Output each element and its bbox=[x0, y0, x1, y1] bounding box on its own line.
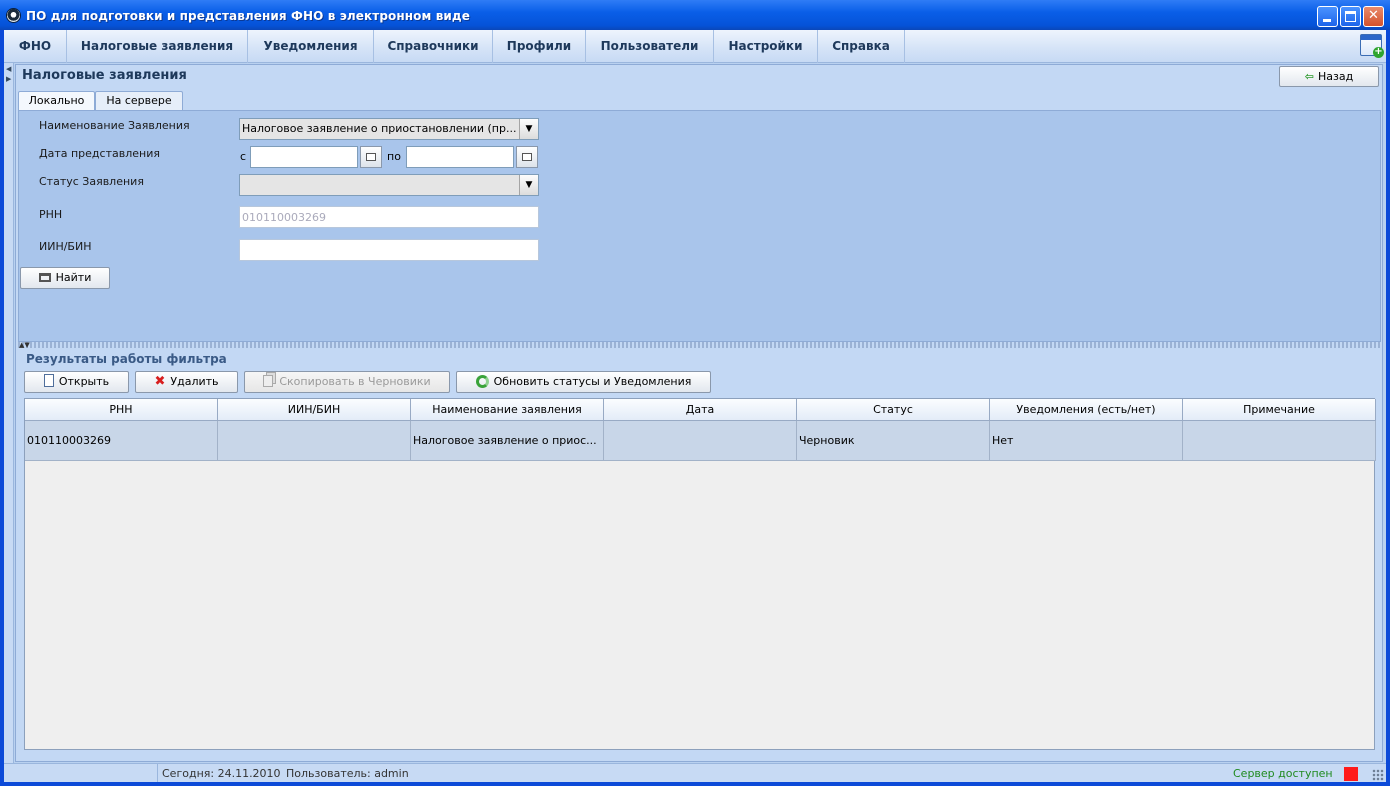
maximize-icon bbox=[1345, 11, 1356, 22]
status-bar: Сегодня: 24.11.2010 Пользователь: admin … bbox=[4, 763, 1386, 782]
calendar-icon bbox=[366, 153, 376, 161]
menu-notifications[interactable]: Уведомления bbox=[248, 30, 374, 63]
minimize-button[interactable] bbox=[1317, 6, 1338, 27]
menu-references[interactable]: Справочники bbox=[374, 30, 493, 63]
copy-label: Скопировать в Черновики bbox=[279, 375, 431, 388]
table-row[interactable]: 010110003269 Налоговое заявление о приос… bbox=[25, 421, 1376, 461]
delete-button[interactable]: ✖ Удалить bbox=[135, 371, 238, 393]
back-button[interactable]: ⇦ Назад bbox=[1279, 66, 1379, 87]
column-header-statement-name[interactable]: Наименование заявления bbox=[411, 399, 604, 421]
app-window: ПО для подготовки и представления ФНО в … bbox=[0, 0, 1390, 786]
find-button[interactable]: Найти bbox=[20, 267, 110, 289]
arrow-left-icon: ⇦ bbox=[1304, 70, 1314, 83]
splitter-arrows-icon[interactable]: ▲▼ bbox=[19, 341, 30, 349]
server-status: Сервер доступен bbox=[1233, 767, 1333, 780]
side-collapse-strip[interactable]: ◀ ▶ bbox=[4, 63, 14, 763]
close-icon: ✕ bbox=[1368, 8, 1379, 23]
app-icon bbox=[6, 8, 21, 23]
delete-icon: ✖ bbox=[154, 374, 166, 389]
results-table: РНН ИИН/БИН Наименование заявления Дата … bbox=[24, 398, 1376, 750]
client-area: ФНО Налоговые заявления Уведомления Спра… bbox=[4, 30, 1386, 782]
menu-profiles[interactable]: Профили bbox=[493, 30, 586, 63]
column-header-date[interactable]: Дата bbox=[604, 399, 797, 421]
date-from-input[interactable] bbox=[250, 146, 358, 168]
status-select[interactable]: ▼ bbox=[239, 174, 539, 196]
column-header-status[interactable]: Статус bbox=[797, 399, 990, 421]
resize-grip-icon[interactable] bbox=[1372, 769, 1384, 781]
status-cell-empty bbox=[4, 764, 158, 782]
copy-icon bbox=[263, 375, 274, 387]
tab-server[interactable]: На сервере bbox=[95, 91, 183, 110]
menu-help[interactable]: Справка bbox=[818, 30, 905, 63]
cell-status: Черновик bbox=[797, 421, 990, 461]
chevron-down-icon[interactable]: ▼ bbox=[519, 175, 538, 195]
collapse-left-icon[interactable]: ◀ bbox=[6, 65, 11, 73]
results-title: Результаты работы фильтра bbox=[26, 352, 227, 366]
column-header-note[interactable]: Примечание bbox=[1183, 399, 1376, 421]
cell-iin-bin bbox=[218, 421, 411, 461]
date-to-label: по bbox=[387, 150, 401, 163]
new-window-icon[interactable]: + bbox=[1360, 34, 1384, 58]
statement-name-label: Наименование Заявления bbox=[39, 119, 190, 132]
back-label: Назад bbox=[1318, 70, 1354, 83]
copy-to-drafts-button[interactable]: Скопировать в Черновики bbox=[244, 371, 450, 393]
statement-name-select[interactable]: Налоговое заявление о приостановлении (п… bbox=[239, 118, 539, 140]
date-to-input[interactable] bbox=[406, 146, 514, 168]
binoculars-icon bbox=[38, 273, 51, 282]
open-label: Открыть bbox=[58, 375, 110, 388]
server-indicator-icon bbox=[1344, 767, 1358, 781]
close-button[interactable]: ✕ bbox=[1363, 6, 1384, 27]
menu-tax-statements[interactable]: Налоговые заявления bbox=[67, 30, 248, 63]
minimize-icon bbox=[1323, 19, 1331, 22]
menu-bar: ФНО Налоговые заявления Уведомления Спра… bbox=[4, 30, 1386, 63]
cell-date bbox=[604, 421, 797, 461]
refresh-statuses-button[interactable]: Обновить статусы и Уведомления bbox=[456, 371, 711, 393]
iin-bin-input[interactable] bbox=[239, 239, 539, 261]
menu-settings[interactable]: Настройки bbox=[714, 30, 818, 63]
panel-title: Налоговые заявления bbox=[22, 68, 187, 83]
expand-right-icon[interactable]: ▶ bbox=[6, 75, 11, 83]
status-label: Статус Заявления bbox=[39, 175, 144, 188]
window-bar-icon bbox=[1361, 35, 1381, 40]
menu-users[interactable]: Пользователи bbox=[586, 30, 714, 63]
cell-rnn: 010110003269 bbox=[25, 421, 218, 461]
window-title: ПО для подготовки и представления ФНО в … bbox=[26, 9, 470, 23]
chevron-down-icon[interactable]: ▼ bbox=[519, 119, 538, 139]
open-button[interactable]: Открыть bbox=[24, 371, 129, 393]
delete-label: Удалить bbox=[170, 375, 219, 388]
column-header-notifications[interactable]: Уведомления (есть/нет) bbox=[990, 399, 1183, 421]
date-from-picker-button[interactable] bbox=[360, 146, 382, 168]
splitter[interactable] bbox=[18, 342, 1381, 348]
title-bar[interactable]: ПО для подготовки и представления ФНО в … bbox=[0, 0, 1390, 30]
cell-notifications: Нет bbox=[990, 421, 1183, 461]
date-from-label: с bbox=[240, 150, 247, 163]
find-label: Найти bbox=[55, 271, 92, 284]
statement-name-value: Налоговое заявление о приостановлении (п… bbox=[242, 122, 517, 135]
column-header-iin-bin[interactable]: ИИН/БИН bbox=[218, 399, 411, 421]
tab-local[interactable]: Локально bbox=[18, 91, 95, 111]
refresh-label: Обновить статусы и Уведомления bbox=[493, 375, 692, 388]
cell-note bbox=[1183, 421, 1376, 461]
status-user: Пользователь: admin bbox=[286, 767, 409, 780]
column-header-rnn[interactable]: РНН bbox=[25, 399, 218, 421]
iin-bin-label: ИИН/БИН bbox=[39, 240, 92, 253]
document-icon bbox=[43, 374, 54, 387]
menu-fno[interactable]: ФНО bbox=[4, 30, 67, 63]
refresh-icon bbox=[475, 375, 489, 388]
table-header: РНН ИИН/БИН Наименование заявления Дата … bbox=[25, 399, 1376, 421]
date-to-picker-button[interactable] bbox=[516, 146, 538, 168]
date-label: Дата представления bbox=[39, 147, 160, 160]
tax-statements-panel: Налоговые заявления ⇦ Назад Локально На с… bbox=[15, 64, 1383, 762]
calendar-icon bbox=[522, 153, 532, 161]
status-today: Сегодня: 24.11.2010 bbox=[162, 767, 281, 780]
rnn-input[interactable]: 010110003269 bbox=[239, 206, 539, 228]
rnn-label: РНН bbox=[39, 208, 63, 221]
maximize-button[interactable] bbox=[1340, 6, 1361, 27]
cell-statement-name: Налоговое заявление о приос... bbox=[411, 421, 604, 461]
filter-form: Наименование Заявления Налоговое заявлен… bbox=[18, 110, 1381, 342]
plus-icon: + bbox=[1373, 46, 1384, 58]
